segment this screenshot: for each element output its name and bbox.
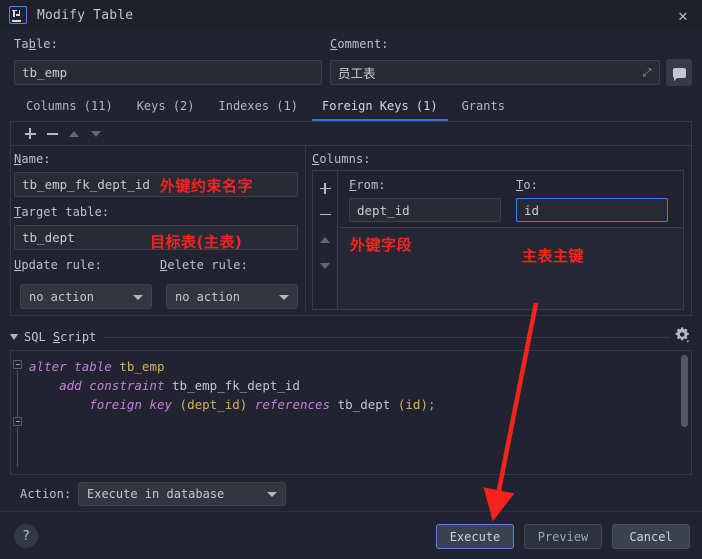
chevron-down-icon bbox=[133, 294, 143, 300]
sql-line: foreign key (dept_id) references tb_dept… bbox=[89, 397, 436, 412]
tab-indexes[interactable]: Indexes (1) bbox=[207, 96, 310, 118]
minus-icon bbox=[46, 128, 58, 139]
sql-code: alter table tb_emp add constraint tb_emp… bbox=[29, 357, 436, 414]
preview-button[interactable]: Preview bbox=[524, 524, 602, 549]
intellij-idea-icon bbox=[9, 6, 27, 24]
update-rule-label: Update rule: bbox=[14, 258, 102, 272]
update-rule-value: no action bbox=[29, 289, 95, 304]
sql-script-header[interactable]: SQL Script bbox=[10, 329, 670, 345]
fold-line bbox=[17, 427, 18, 467]
tab-keys[interactable]: Keys (2) bbox=[125, 96, 207, 118]
remove-foreign-key-button[interactable] bbox=[41, 124, 63, 144]
delete-rule-label: Delete rule: bbox=[160, 258, 248, 272]
tab-grants[interactable]: Grants bbox=[450, 96, 517, 118]
to-column-value: id bbox=[524, 202, 540, 218]
dialog-titlebar: Modify Table ✕ bbox=[0, 0, 702, 30]
sql-script-editor[interactable]: alter table tb_emp add constraint tb_emp… bbox=[10, 350, 692, 475]
fk-name-input[interactable]: tb_emp_fk_dept_id bbox=[14, 172, 298, 197]
delete-rule-value: no action bbox=[175, 289, 241, 304]
chevron-down-icon bbox=[279, 294, 289, 300]
annotation-target-table: 目标表(主表) bbox=[150, 233, 243, 251]
table-editor-tabs: Columns (11) Keys (2) Indexes (1) Foreig… bbox=[14, 96, 692, 121]
minus-icon bbox=[319, 209, 331, 220]
close-icon[interactable]: ✕ bbox=[672, 5, 694, 27]
action-value: Execute in database bbox=[87, 487, 225, 501]
annotation-to-column: 主表主键 bbox=[522, 247, 585, 265]
fold-marker-icon[interactable] bbox=[13, 417, 22, 426]
help-button[interactable]: ? bbox=[14, 524, 38, 548]
target-table-label: Target table: bbox=[14, 205, 110, 219]
column-move-up-button[interactable] bbox=[314, 227, 336, 253]
add-column-mapping-button[interactable] bbox=[314, 175, 336, 201]
delete-rule-select[interactable]: no action bbox=[166, 284, 298, 309]
triangle-down-icon bbox=[10, 334, 18, 340]
sql-line: alter table tb_emp bbox=[29, 359, 165, 374]
sql-line: add constraint tb_emp_fk_dept_id bbox=[59, 378, 300, 393]
plus-icon bbox=[319, 182, 331, 194]
columns-toolbar bbox=[313, 171, 338, 309]
remove-column-mapping-button[interactable] bbox=[314, 201, 336, 227]
sql-script-title: SQL Script bbox=[24, 330, 97, 344]
from-column-header: From: bbox=[349, 178, 386, 192]
sql-header-rule bbox=[105, 336, 670, 338]
columns-label: Columns: bbox=[312, 152, 371, 166]
comment-input[interactable]: 员工表 ⤢ bbox=[330, 60, 660, 85]
plus-icon bbox=[24, 128, 36, 139]
table-name-input[interactable]: tb_emp bbox=[14, 60, 322, 85]
arrow-up-icon bbox=[320, 237, 330, 243]
comment-bubble-button[interactable] bbox=[666, 59, 692, 86]
annotation-from-column: 外键字段 bbox=[350, 236, 413, 254]
move-up-button[interactable] bbox=[63, 124, 85, 144]
fold-marker-icon[interactable] bbox=[13, 360, 22, 369]
target-table-value: tb_dept bbox=[22, 230, 75, 245]
tab-columns[interactable]: Columns (11) bbox=[14, 96, 125, 118]
add-foreign-key-button[interactable] bbox=[19, 124, 41, 144]
arrow-down-icon bbox=[91, 130, 101, 137]
sql-editor-scrollbar[interactable] bbox=[681, 355, 688, 427]
dialog-title: Modify Table bbox=[37, 7, 134, 23]
table-label: Table: bbox=[14, 37, 58, 51]
editor-gutter bbox=[11, 351, 25, 474]
update-rule-select[interactable]: no action bbox=[20, 284, 152, 309]
arrow-down-icon bbox=[320, 263, 330, 269]
chevron-down-icon bbox=[267, 492, 277, 497]
column-move-down-button[interactable] bbox=[314, 253, 336, 279]
expand-icon[interactable]: ⤢ bbox=[641, 66, 653, 79]
action-label: Action: bbox=[20, 487, 72, 501]
comment-bubble-icon bbox=[672, 67, 686, 81]
to-column-header: To: bbox=[516, 178, 538, 192]
from-column-value: dept_id bbox=[357, 202, 410, 218]
fold-line bbox=[17, 370, 18, 418]
form-divider bbox=[305, 146, 306, 311]
cancel-button[interactable]: Cancel bbox=[612, 524, 690, 549]
table-name-value: tb_emp bbox=[22, 65, 68, 80]
action-select[interactable]: Execute in database bbox=[78, 482, 286, 506]
execute-button[interactable]: Execute bbox=[436, 524, 514, 549]
arrow-up-icon bbox=[69, 130, 79, 137]
from-column-input[interactable]: dept_id bbox=[349, 198, 501, 222]
modify-table-dialog: Modify Table ✕ Table: tb_emp Comment: 员工… bbox=[0, 0, 702, 559]
annotation-fk-name: 外键约束名字 bbox=[160, 177, 254, 195]
fk-name-label: Name: bbox=[14, 152, 51, 166]
bottom-separator bbox=[0, 511, 702, 512]
comment-label: Comment: bbox=[330, 37, 389, 51]
comment-value: 员工表 bbox=[338, 66, 376, 81]
fk-name-value: tb_emp_fk_dept_id bbox=[22, 177, 150, 192]
to-column-input[interactable]: id bbox=[516, 198, 668, 222]
tab-foreign-keys[interactable]: Foreign Keys (1) bbox=[310, 96, 450, 121]
gear-icon[interactable] bbox=[672, 325, 692, 345]
foreign-keys-toolbar bbox=[11, 122, 691, 146]
move-down-button[interactable] bbox=[85, 124, 107, 144]
